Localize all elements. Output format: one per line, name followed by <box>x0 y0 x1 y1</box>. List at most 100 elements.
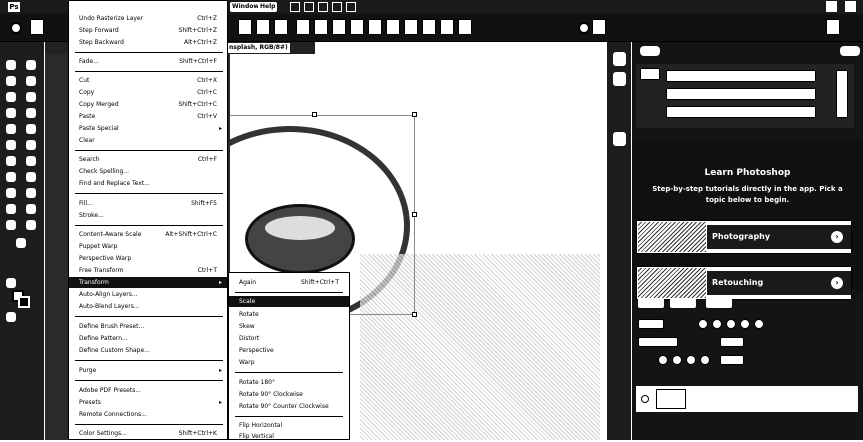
type-tool-icon[interactable] <box>26 188 36 198</box>
submenu-item-flip-vertical[interactable]: Flip Vertical <box>229 431 349 442</box>
menu-item-presets[interactable]: Presets ▸ <box>69 397 227 408</box>
healing-tool-icon[interactable] <box>6 124 16 134</box>
menu-item-copy[interactable]: Copy Ctrl+C <box>69 87 227 98</box>
tab-layers[interactable] <box>638 298 664 308</box>
arrange-icon[interactable] <box>346 2 356 12</box>
maximize-button[interactable] <box>845 1 856 12</box>
menu-item-paste[interactable]: Paste Ctrl+V <box>69 111 227 122</box>
submenu-item-flip-horizontal[interactable]: Flip Horizontal <box>229 420 349 431</box>
3d-mode-icon[interactable] <box>368 19 382 35</box>
eyedropper-tool-icon[interactable] <box>26 108 36 118</box>
menu-item-puppet-warp[interactable]: Puppet Warp <box>69 241 227 252</box>
submenu-item-rotate-180[interactable]: Rotate 180° <box>229 377 349 388</box>
menu-window[interactable]: Window <box>230 2 261 12</box>
tab-channels[interactable] <box>670 298 696 308</box>
menu-item-search[interactable]: Search Ctrl+F <box>69 154 227 165</box>
transform-handle[interactable] <box>412 112 417 117</box>
menu-item-stroke[interactable]: Stroke... <box>69 210 227 221</box>
blend-mode-select[interactable] <box>638 337 678 347</box>
path-select-tool-icon[interactable] <box>6 204 16 214</box>
submenu-item-rotate-90-ccw[interactable]: Rotate 90° Counter Clockwise <box>229 401 349 412</box>
topic-card-photography[interactable]: Photography › <box>636 220 852 254</box>
menu-item-clear[interactable]: Clear <box>69 135 227 146</box>
artboard-tool-icon[interactable] <box>26 60 36 70</box>
libraries-panel-icon[interactable] <box>613 72 626 86</box>
transform-handle[interactable] <box>412 312 417 317</box>
submenu-item-warp[interactable]: Warp <box>229 357 349 368</box>
menu-item-transform[interactable]: Transform ▸ <box>69 277 227 288</box>
grid-icon[interactable] <box>318 2 328 12</box>
opacity-field[interactable] <box>720 337 744 347</box>
lock-all-icon[interactable] <box>700 355 710 365</box>
clone-stamp-tool-icon[interactable] <box>6 140 16 150</box>
submenu-item-skew[interactable]: Skew <box>229 321 349 332</box>
transform-handle[interactable] <box>312 112 317 117</box>
submenu-item-again[interactable]: Again Shift+Ctrl+T <box>229 277 349 288</box>
3d-scale-icon[interactable] <box>458 19 472 35</box>
minimize-button[interactable] <box>826 1 837 12</box>
thumbnail[interactable] <box>666 70 816 82</box>
background-color-swatch[interactable] <box>18 296 30 308</box>
type-filter-icon[interactable] <box>726 319 736 329</box>
menu-item-define-pattern[interactable]: Define Pattern... <box>69 333 227 344</box>
menu-item-fade[interactable]: Fade... Shift+Ctrl+F <box>69 56 227 67</box>
distribute-h-icon[interactable] <box>332 19 346 35</box>
menu-item-find-replace[interactable]: Find and Replace Text... <box>69 178 227 189</box>
pen-tool-icon[interactable] <box>6 188 16 198</box>
scrollbar[interactable] <box>836 70 848 118</box>
submenu-item-distort[interactable]: Distort <box>229 333 349 344</box>
menu-item-copy-merged[interactable]: Copy Merged Shift+Ctrl+C <box>69 99 227 110</box>
3d-rotate-icon[interactable] <box>386 19 400 35</box>
align-center-icon[interactable] <box>256 19 270 35</box>
screen-mode-icon[interactable] <box>6 312 16 322</box>
workspace-switcher-icon[interactable] <box>592 19 606 35</box>
submenu-item-rotate[interactable]: Rotate <box>229 309 349 320</box>
blur-tool-icon[interactable] <box>6 172 16 182</box>
auto-align-icon[interactable] <box>350 19 364 35</box>
quick-mask-icon[interactable] <box>6 278 16 288</box>
shape-tool-icon[interactable] <box>26 204 36 214</box>
align-right-icon[interactable] <box>274 19 288 35</box>
lock-pixels-icon[interactable] <box>658 355 668 365</box>
topic-card-retouching[interactable]: Retouching › <box>636 266 852 300</box>
edit-toolbar-icon[interactable] <box>16 238 26 248</box>
thumbnail[interactable] <box>666 88 816 100</box>
properties-panel-icon[interactable] <box>613 132 626 146</box>
history-brush-tool-icon[interactable] <box>26 140 36 150</box>
fill-field[interactable] <box>720 355 744 365</box>
quick-select-tool-icon[interactable] <box>6 92 16 102</box>
hand-tool-icon[interactable] <box>6 220 16 230</box>
3d-roll-icon[interactable] <box>404 19 418 35</box>
marquee-tool-icon[interactable] <box>6 76 16 86</box>
3d-slide-icon[interactable] <box>440 19 454 35</box>
menu-item-step-backward[interactable]: Step Backward Alt+Ctrl+Z <box>69 37 227 48</box>
frame-tool-icon[interactable] <box>6 108 16 118</box>
pixel-filter-icon[interactable] <box>698 319 708 329</box>
tool-preset-icon[interactable] <box>10 22 22 34</box>
menu-item-fill[interactable]: Fill... Shift+F5 <box>69 198 227 209</box>
gradient-tool-icon[interactable] <box>26 156 36 166</box>
smart-object-filter-icon[interactable] <box>754 319 764 329</box>
submenu-item-rotate-90-cw[interactable]: Rotate 90° Clockwise <box>229 389 349 400</box>
eye-icon[interactable] <box>641 395 649 403</box>
3d-pan-icon[interactable] <box>422 19 436 35</box>
transform-handle[interactable] <box>412 212 417 217</box>
menu-item-undo[interactable]: Undo Rasterize Layer Ctrl+Z <box>69 13 227 24</box>
menu-item-define-brush[interactable]: Define Brush Preset... <box>69 321 227 332</box>
tab-paths[interactable] <box>706 298 732 308</box>
menu-item-auto-align[interactable]: Auto-Align Layers... <box>69 289 227 300</box>
submenu-item-perspective[interactable]: Perspective <box>229 345 349 356</box>
menu-item-cut[interactable]: Cut Ctrl+X <box>69 75 227 86</box>
menu-item-color-settings[interactable]: Color Settings... Shift+Ctrl+K <box>69 428 227 439</box>
menu-item-free-transform[interactable]: Free Transform Ctrl+T <box>69 265 227 276</box>
workspace-icon[interactable] <box>290 2 300 12</box>
zoom-tool-icon[interactable] <box>26 220 36 230</box>
menu-item-auto-blend[interactable]: Auto-Blend Layers... <box>69 301 227 312</box>
align-left-icon[interactable] <box>238 19 252 35</box>
thumbnail[interactable] <box>640 68 660 80</box>
shape-filter-icon[interactable] <box>740 319 750 329</box>
menu-item-check-spelling[interactable]: Check Spelling... <box>69 166 227 177</box>
distribute-v-icon[interactable] <box>314 19 328 35</box>
menu-item-purge[interactable]: Purge ▸ <box>69 365 227 376</box>
filter-kind-select[interactable] <box>638 319 664 329</box>
